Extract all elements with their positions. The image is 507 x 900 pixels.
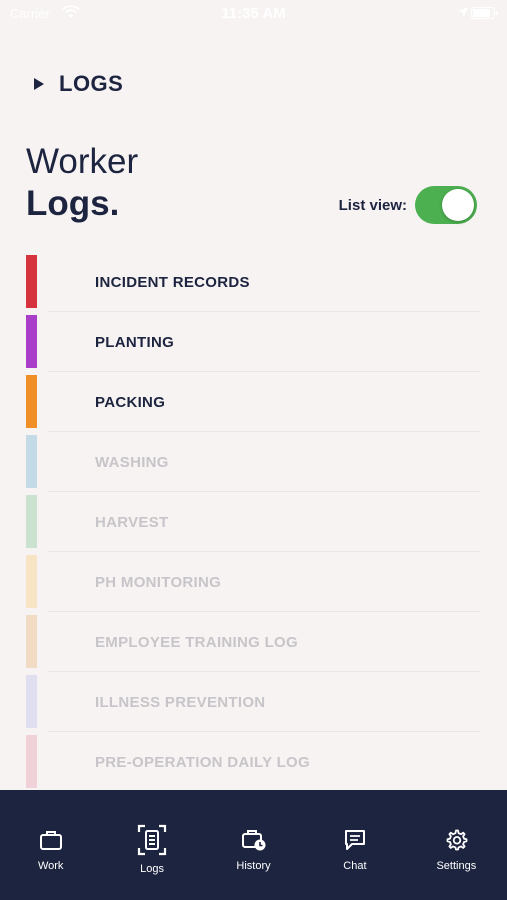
tab-label: Logs: [140, 863, 165, 875]
log-item-label: PH MONITORING: [95, 574, 222, 591]
tab-label: Settings: [436, 860, 477, 872]
toggle-knob: [442, 189, 474, 221]
tab-chat[interactable]: Chat: [304, 790, 405, 900]
page-title-line1: Worker: [26, 142, 139, 181]
log-item-incident-records[interactable]: INCIDENT RECORDS: [26, 255, 480, 315]
log-color-bar: [26, 735, 37, 788]
log-list: INCIDENT RECORDS PLANTING PACKING WASHIN…: [26, 255, 480, 795]
log-color-bar: [26, 675, 37, 728]
log-color-bar: [26, 495, 37, 548]
log-item-label: WASHING: [95, 454, 169, 471]
breadcrumb[interactable]: LOGS: [30, 70, 123, 98]
log-color-bar: [26, 435, 37, 488]
log-color-bar: [26, 555, 37, 608]
caret-right-icon: [34, 78, 44, 90]
log-item-label: HARVEST: [95, 514, 169, 531]
page-title-line2: Logs.: [26, 184, 120, 223]
log-item-label: PLANTING: [95, 334, 175, 351]
log-item-label: INCIDENT RECORDS: [95, 274, 250, 291]
log-item-label: ILLNESS PREVENTION: [95, 694, 266, 711]
tab-work[interactable]: Work: [0, 790, 101, 900]
breadcrumb-label: LOGS: [59, 71, 124, 96]
clock: 11:35 AM: [221, 5, 286, 22]
status-bar: Carrier 11:35 AM: [0, 0, 507, 28]
battery-icon: [471, 7, 498, 19]
log-item-planting[interactable]: PLANTING: [26, 315, 480, 375]
briefcase-icon: [37, 826, 65, 854]
tab-label: History: [236, 860, 271, 872]
tab-history[interactable]: History: [203, 790, 304, 900]
divider: [48, 431, 480, 432]
log-item-label: PACKING: [95, 394, 166, 411]
log-item-employee-training-log[interactable]: EMPLOYEE TRAINING LOG: [26, 615, 480, 675]
divider: [48, 611, 480, 612]
tab-settings[interactable]: Settings: [406, 790, 507, 900]
location-arrow-icon: [457, 5, 469, 22]
log-item-label: PRE-OPERATION DAILY LOG: [95, 754, 310, 771]
tab-logs[interactable]: Logs: [101, 790, 202, 900]
divider: [48, 491, 480, 492]
log-color-bar: [26, 315, 37, 368]
divider: [48, 671, 480, 672]
log-color-bar: [26, 375, 37, 428]
log-item-harvest[interactable]: HARVEST: [26, 495, 480, 555]
gear-icon: [442, 826, 470, 854]
history-icon: [240, 826, 268, 854]
log-color-bar: [26, 255, 37, 308]
divider: [48, 371, 480, 372]
log-item-packing[interactable]: PACKING: [26, 375, 480, 435]
log-item-washing[interactable]: WASHING: [26, 435, 480, 495]
divider: [48, 551, 480, 552]
log-item-label: EMPLOYEE TRAINING LOG: [95, 634, 298, 651]
list-view-control: List view:: [339, 186, 477, 224]
tab-label: Work: [37, 860, 64, 872]
tab-label: Chat: [343, 860, 367, 872]
log-item-ph-monitoring[interactable]: PH MONITORING: [26, 555, 480, 615]
divider: [48, 731, 480, 732]
divider: [48, 311, 480, 312]
log-item-illness-prevention[interactable]: ILLNESS PREVENTION: [26, 675, 480, 735]
log-color-bar: [26, 615, 37, 668]
list-view-toggle[interactable]: [415, 186, 477, 224]
list-view-label: List view:: [338, 196, 407, 214]
bottom-tab-bar: Work Logs History Chat Settings: [0, 790, 507, 900]
chat-icon: [341, 826, 369, 854]
log-item-pre-operation-daily-log[interactable]: PRE-OPERATION DAILY LOG: [26, 735, 480, 795]
logs-icon: [137, 824, 167, 856]
